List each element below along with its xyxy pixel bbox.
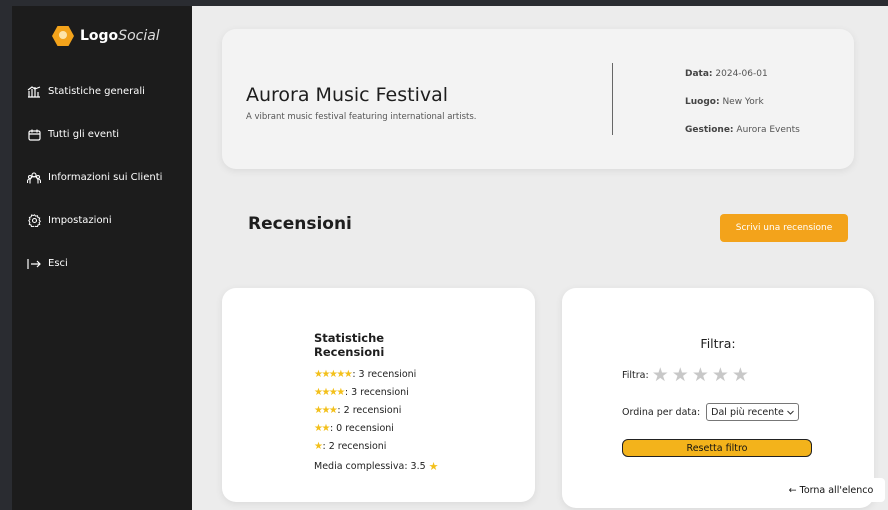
sidebar-nav: Statistiche generali Tutti gli eventi In… bbox=[26, 70, 192, 285]
star-icon: ★★★★ bbox=[314, 386, 345, 398]
star-icon: ★★★★★ bbox=[314, 368, 353, 380]
rating-row: ★★★★: 3 recensioni bbox=[314, 386, 409, 398]
bar-chart-icon bbox=[26, 85, 42, 98]
rating-row: ★★: 0 recensioni bbox=[314, 422, 394, 434]
logo-icon bbox=[52, 26, 74, 46]
logo-text-bold: Logo bbox=[80, 28, 119, 44]
sidebar-item-eventi[interactable]: Tutti gli eventi bbox=[26, 113, 192, 156]
star-filter-1-icon[interactable]: ★ bbox=[652, 364, 669, 386]
event-place: Luogo: New York bbox=[685, 97, 764, 107]
star-filter-5-icon[interactable]: ★ bbox=[732, 364, 749, 386]
sidebar-item-label: Informazioni sui Clienti bbox=[48, 172, 163, 183]
star-filter-2-icon[interactable]: ★ bbox=[672, 364, 689, 386]
event-info-card: Aurora Music Festival A vibrant music fe… bbox=[222, 29, 854, 169]
sidebar-item-statistiche[interactable]: Statistiche generali bbox=[26, 70, 192, 113]
app-window: Logo Social Statistiche generali Tutti gl… bbox=[12, 6, 888, 510]
event-manager: Gestione: Aurora Events bbox=[685, 125, 800, 135]
divider bbox=[612, 63, 613, 135]
users-icon bbox=[26, 171, 42, 184]
sidebar-item-label: Impostazioni bbox=[48, 215, 112, 226]
star-icon: ★ bbox=[314, 440, 323, 452]
star-icon: ★ bbox=[428, 460, 439, 473]
star-filter: Filtra: ★ ★ ★ ★ ★ bbox=[622, 364, 749, 386]
order-filter: Ordina per data: Dal più recente bbox=[622, 403, 799, 421]
rating-row: ★★★: 2 recensioni bbox=[314, 404, 402, 416]
chevron-down-icon bbox=[787, 407, 794, 418]
event-meta: Data: 2024-06-01 Luogo: New York Gestion… bbox=[685, 69, 800, 153]
logo[interactable]: Logo Social bbox=[52, 26, 160, 46]
filter-title: Filtra: bbox=[700, 336, 736, 351]
filter-card: Filtra: Filtra: ★ ★ ★ ★ ★ Ordina per dat… bbox=[562, 288, 874, 508]
star-icon: ★★★ bbox=[314, 404, 338, 416]
back-to-list-link[interactable]: ← Torna all'elenco bbox=[777, 478, 885, 502]
sidebar-item-clienti[interactable]: Informazioni sui Clienti bbox=[26, 156, 192, 199]
review-stats-card: Statistiche Recensioni ★★★★★: 3 recension… bbox=[222, 288, 535, 502]
logout-icon bbox=[26, 258, 42, 270]
logo-text-italic: Social bbox=[118, 28, 160, 44]
star-filter-4-icon[interactable]: ★ bbox=[712, 364, 729, 386]
sidebar: Logo Social Statistiche generali Tutti gl… bbox=[12, 6, 192, 510]
star-filter-label: Filtra: bbox=[622, 369, 649, 381]
stats-title: Statistiche Recensioni bbox=[314, 331, 385, 359]
event-date: Data: 2024-06-01 bbox=[685, 69, 768, 79]
sidebar-item-impostazioni[interactable]: Impostazioni bbox=[26, 199, 192, 242]
order-label: Ordina per data: bbox=[622, 406, 701, 418]
rating-breakdown: ★★★★★: 3 recensioni ★★★★: 3 recensioni ★… bbox=[314, 365, 416, 455]
event-title: Aurora Music Festival bbox=[246, 84, 449, 106]
sidebar-item-label: Esci bbox=[48, 258, 68, 269]
event-description: A vibrant music festival featuring inter… bbox=[246, 112, 477, 122]
reset-filter-button[interactable]: Resetta filtro bbox=[622, 439, 812, 457]
calendar-icon bbox=[26, 129, 42, 141]
rating-row: ★★★★★: 3 recensioni bbox=[314, 368, 417, 380]
gear-icon bbox=[26, 214, 42, 227]
reviews-section-title: Recensioni bbox=[248, 214, 352, 234]
sidebar-item-esci[interactable]: Esci bbox=[26, 242, 192, 285]
star-filter-3-icon[interactable]: ★ bbox=[692, 364, 709, 386]
write-review-button[interactable]: Scrivi una recensione bbox=[720, 214, 848, 242]
order-select[interactable]: Dal più recente bbox=[706, 403, 799, 421]
average-rating: Media complessiva: 3.5 ★ bbox=[314, 460, 439, 473]
sidebar-item-label: Tutti gli eventi bbox=[48, 129, 120, 140]
sidebar-item-label: Statistiche generali bbox=[48, 86, 145, 97]
star-icon: ★★ bbox=[314, 422, 330, 434]
rating-row: ★: 2 recensioni bbox=[314, 440, 387, 452]
